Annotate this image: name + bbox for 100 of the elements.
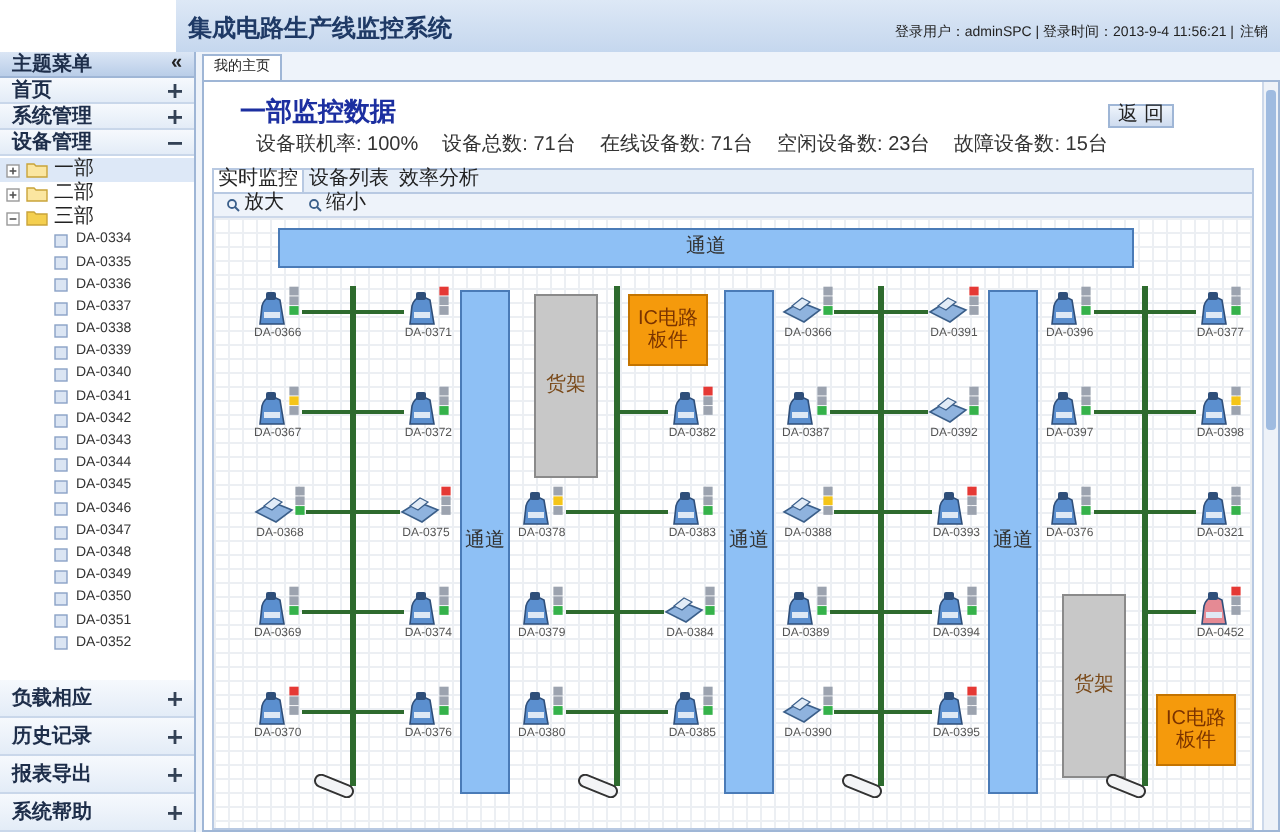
menu-item[interactable]: 报表导出 (0, 756, 194, 794)
scanner-icon (928, 293, 968, 325)
branch-line (1093, 309, 1142, 313)
branch-line (301, 609, 350, 613)
machine-icon (670, 489, 703, 525)
menu-item[interactable]: 设备管理 (0, 130, 194, 156)
scanner-icon (400, 493, 440, 525)
aisle: 通道 (988, 289, 1038, 793)
branch-line (1148, 509, 1197, 513)
menu-item[interactable]: 首页 (0, 78, 194, 104)
machine-icon (1198, 489, 1231, 525)
roller-icon (310, 773, 358, 797)
machine-icon (519, 689, 552, 725)
app-title: 集成电路生产线监控系统 (188, 12, 452, 46)
aisle: 通道 (278, 227, 1134, 267)
branch-line (834, 709, 878, 713)
stat-text: 设备总数: 71台 (442, 133, 576, 157)
branch-line (1148, 309, 1197, 313)
machine-icon (1047, 389, 1080, 425)
machine-icon (255, 289, 288, 325)
machine-icon (934, 589, 967, 625)
collapse-button[interactable]: « (170, 54, 182, 74)
branch-line (306, 509, 350, 513)
rack: 货架 (1062, 593, 1126, 777)
zoom-tool[interactable]: 放大 (226, 194, 284, 214)
machine-icon (255, 589, 288, 625)
branch-line (884, 309, 928, 313)
expand-icon[interactable] (6, 187, 20, 201)
stat-text: 设备联机率: 100% (256, 133, 419, 157)
scanner-icon (664, 593, 704, 625)
rack: 货架 (534, 293, 598, 477)
folder-icon (26, 186, 48, 202)
scanner-icon (254, 493, 294, 525)
expand-icon[interactable] (168, 767, 182, 781)
branch-line (620, 709, 669, 713)
branch-line (356, 509, 400, 513)
machine-icon (670, 389, 703, 425)
branch-line (620, 409, 669, 413)
sidebar-title: 主题菜单 (12, 50, 92, 79)
machine-icon (1047, 489, 1080, 525)
stat-text: 空闲设备数: 23台 (777, 133, 931, 157)
branch-line (356, 609, 405, 613)
tree-node[interactable]: 二部 (0, 182, 194, 206)
roller-icon (838, 773, 886, 797)
magnifier-icon (226, 197, 240, 211)
menu-item[interactable]: 系统帮助 (0, 794, 194, 832)
zoom-tool[interactable]: 缩小 (308, 194, 366, 214)
view-tab[interactable]: 效率分析 (394, 169, 484, 191)
view-tab[interactable]: 实时监控 (214, 169, 304, 191)
machine-icon (1198, 389, 1231, 425)
component-bin: IC电路板件 (1156, 693, 1236, 765)
machine-icon (406, 589, 439, 625)
branch-line (565, 609, 614, 613)
branch-line (884, 509, 933, 513)
branch-line (1093, 509, 1142, 513)
branch-line (301, 709, 350, 713)
branch-line (834, 309, 878, 313)
branch-line (1093, 409, 1142, 413)
expand-icon[interactable] (168, 729, 182, 743)
branch-line (884, 609, 933, 613)
machine-icon (255, 689, 288, 725)
panel-title: 一部监控数据 (240, 94, 398, 130)
magnifier-icon (308, 197, 322, 211)
branch-line (834, 509, 878, 513)
tree-node[interactable]: 三部 (0, 206, 194, 230)
menu-item[interactable]: 历史记录 (0, 718, 194, 756)
scanner-icon (782, 693, 822, 725)
expand-icon[interactable] (6, 163, 20, 177)
machine-icon (406, 389, 439, 425)
machine-icon (934, 489, 967, 525)
tree-node[interactable]: 一部 (0, 158, 194, 182)
expand-icon[interactable] (168, 805, 182, 819)
menu-item[interactable]: 系统管理 (0, 104, 194, 130)
roller-icon (1102, 773, 1150, 797)
back-button[interactable]: 返 回 (1107, 104, 1174, 128)
expand-icon[interactable] (168, 691, 182, 705)
stat-text: 故障设备数: 15台 (954, 133, 1108, 157)
menu-item[interactable]: 负载相应 (0, 680, 194, 718)
machine-icon (519, 589, 552, 625)
branch-line (356, 709, 405, 713)
aisle: 通道 (460, 289, 510, 793)
stat-text: 在线设备数: 71台 (599, 133, 754, 157)
branch-line (829, 609, 878, 613)
collapse-icon[interactable] (6, 211, 20, 225)
branch-line (565, 509, 614, 513)
machine-icon (406, 289, 439, 325)
branch-line (829, 409, 878, 413)
machine-icon (519, 489, 552, 525)
machine-icon (1047, 289, 1080, 325)
branch-line (620, 509, 669, 513)
view-tab[interactable]: 设备列表 (304, 169, 394, 191)
scanner-icon (782, 293, 822, 325)
scrollbar[interactable] (1262, 82, 1278, 830)
branch-line (301, 409, 350, 413)
aisle: 通道 (724, 289, 774, 793)
branch-line (620, 609, 664, 613)
branch-line (356, 409, 405, 413)
machine-icon (406, 689, 439, 725)
branch-line (884, 409, 928, 413)
branch-line (301, 309, 350, 313)
